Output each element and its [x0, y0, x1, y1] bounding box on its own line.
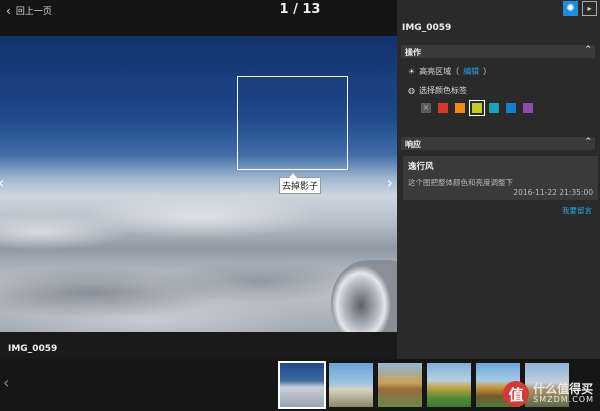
watermark-text: 什么值得买 SMZDM.COM [533, 382, 594, 405]
panel-title: IMG_0059 [402, 23, 452, 33]
thumbnail[interactable] [278, 361, 326, 409]
color-swatches: × [421, 100, 533, 116]
color-swatch[interactable] [455, 103, 465, 113]
highlight-region[interactable] [237, 76, 348, 170]
sun-icon: ☀ [408, 67, 416, 76]
comment-time: 2016-11-22 21:35:00 [513, 188, 593, 197]
thumbnail[interactable] [427, 363, 471, 407]
color-swatch[interactable] [506, 103, 516, 113]
comment-card: 逸行风 这个图把整体颜色和亮度调整下 2016-11-22 21:35:00 [403, 156, 598, 200]
color-swatch[interactable] [523, 103, 533, 113]
color-swatch[interactable] [469, 100, 485, 116]
highlight-tag-label: 去掉影子 [279, 173, 322, 194]
chevron-up-icon: ⌃ [584, 137, 592, 147]
color-swatch[interactable] [489, 103, 499, 113]
no-color-swatch[interactable]: × [421, 103, 431, 113]
highlight-close-paren: ） [483, 67, 492, 76]
comment-text: 这个图把整体颜色和亮度调整下 [408, 178, 513, 187]
filmstrip: ‹ 值 什么值得买 SMZDM.COM [0, 359, 600, 411]
watermark-logo: 值 [503, 381, 530, 407]
panel-toolbar: ✺ ▸ [563, 1, 597, 16]
filmstrip-prev-icon[interactable]: ‹ [3, 373, 9, 392]
watermark-en: SMZDM.COM [533, 395, 594, 405]
highlight-edit-link[interactable]: 编辑 [463, 66, 479, 77]
operations-header-label: 操作 [405, 48, 421, 57]
thumbnail[interactable] [329, 363, 373, 407]
reply-link[interactable]: 我要留言 [562, 205, 592, 216]
caption-bar: IMG_0059 [0, 332, 397, 359]
image-caption: IMG_0059 [8, 344, 58, 354]
prev-image-icon[interactable]: ‹ [0, 173, 4, 192]
operations-section-header[interactable]: 操作 ⌃ [401, 45, 595, 58]
chevron-up-icon: ⌃ [584, 45, 592, 55]
color-swatch[interactable] [438, 103, 448, 113]
next-image-icon[interactable]: › [387, 173, 393, 192]
highlight-area-label: 高亮区域（ [419, 67, 460, 76]
highlight-mode-icon[interactable]: ✺ [563, 1, 578, 16]
color-tag-row: ◍ 选择颜色标签 [408, 85, 467, 96]
image-viewer[interactable]: 去掉影子 ‹ › [0, 36, 397, 332]
comment-author: 逸行风 [408, 162, 434, 172]
color-tag-label: 选择颜色标签 [418, 86, 467, 95]
response-section-header[interactable]: 响应 ⌃ [401, 137, 595, 150]
response-header-label: 响应 [405, 140, 421, 149]
highlight-area-row: ☀ 高亮区域（ 编辑 ） [408, 66, 491, 77]
site-watermark: 值 什么值得买 SMZDM.COM [503, 381, 594, 407]
play-icon[interactable]: ▸ [582, 1, 597, 16]
palette-icon: ◍ [408, 86, 415, 95]
thumbnail[interactable] [378, 363, 422, 407]
